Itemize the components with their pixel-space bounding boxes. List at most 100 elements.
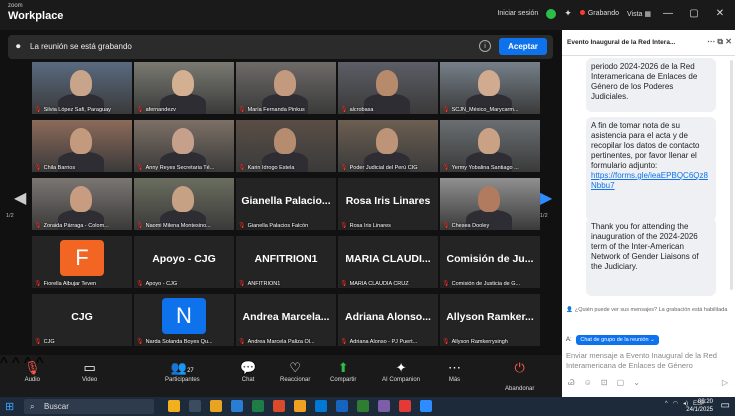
powerpoint-app-icon[interactable] — [273, 400, 285, 412]
chat-scrollbar[interactable] — [730, 60, 733, 290]
participant-tile[interactable]: 🎙 Zoraida Párraga - Colom... — [32, 178, 132, 230]
participant-tile[interactable]: 🎙 María Fernanda Pinkus — [236, 62, 336, 114]
participant-name-label: 🎙 SCJN_México_Marycarm... — [442, 106, 538, 113]
wifi-icon[interactable]: ◠ — [673, 400, 678, 407]
participant-tile[interactable]: 🎙 Chila Barrios — [32, 120, 132, 172]
leave-button[interactable]: ⏻ Abandonar — [505, 359, 534, 395]
accept-button[interactable]: Aceptar — [499, 38, 547, 55]
participants-button[interactable]: 👥27 Participantes — [165, 359, 200, 383]
participant-tile[interactable]: 🎙 Silvia López Safi, Paraguay — [32, 62, 132, 114]
word-app-icon[interactable] — [231, 400, 243, 412]
react-button[interactable]: ♡ Reaccionar — [280, 359, 310, 383]
chat-more-icon[interactable]: ⋯ — [707, 37, 715, 46]
view-menu[interactable]: Vista ▦ — [627, 10, 651, 18]
chrome-app-icon[interactable] — [294, 400, 306, 412]
explorer-app-icon[interactable] — [210, 400, 222, 412]
windows-taskbar: ⊞ ⌕ Buscar ^ ◠ ◂) ESP 09:20 24/1/2025 ▭ — [0, 397, 735, 416]
participant-head — [172, 128, 194, 154]
video-button[interactable]: ▭ Video — [82, 359, 97, 383]
participant-name-label: 🎙 Silvia López Safi, Paraguay — [34, 106, 130, 113]
participant-tile[interactable]: Allyson Ramker... 🎙 Allyson Ramkerrysingh — [440, 294, 540, 346]
taskbar-search[interactable]: ⌕ Buscar — [24, 399, 154, 414]
maps-app-icon[interactable] — [357, 400, 369, 412]
signin-link[interactable]: Iniciar sesión — [497, 10, 538, 17]
participant-tile[interactable]: ANFITRION1 🎙 ANFITRION1 — [236, 236, 336, 288]
recording-indicator[interactable]: Grabando — [579, 10, 619, 17]
info-icon[interactable]: i — [479, 40, 491, 52]
chat-panel: Evento Inaugural de la Red Intera... ⋯ ⧉… — [562, 30, 735, 397]
excel-app-icon[interactable] — [252, 400, 264, 412]
participant-tile[interactable]: Andrea Marcela... 🎙 Andrea Marcela Paliza … — [236, 294, 336, 346]
zoom-app-icon[interactable] — [420, 400, 432, 412]
security-shield-icon[interactable] — [546, 8, 557, 19]
task-view-icon[interactable] — [189, 400, 201, 412]
participant-display-name: Gianella Palacio... — [241, 195, 331, 207]
share-button[interactable]: ⬆ Compartir — [330, 359, 356, 383]
emoji-icon[interactable]: ☺ — [584, 378, 592, 388]
ai-companion-button[interactable]: ✦ AI Companion — [382, 359, 420, 383]
participant-head — [172, 70, 194, 96]
participant-tile[interactable]: Comisión de Ju... 🎙 Comisión de Justicia d… — [440, 236, 540, 288]
tray-chevron-icon[interactable]: ^ — [665, 401, 668, 407]
send-icon[interactable]: ▷ — [722, 378, 728, 388]
chat-button[interactable]: 💬 Chat — [240, 359, 256, 383]
participant-name-text: Chila Barrios — [43, 165, 76, 171]
participant-name-text: Chesea Dooley — [451, 223, 490, 229]
recipient-select[interactable]: Chat de grupo de la reunión ⌄ — [576, 335, 659, 345]
chat-visibility-notice[interactable]: 👤 ¿Quién puede ver sus mensajes? La graba… — [566, 307, 732, 314]
camera-icon: ▭ — [83, 360, 96, 375]
participant-tile[interactable]: Gianella Palacio... 🎙 Gianella Palacios Fa… — [236, 178, 336, 230]
participant-name-label: 🎙 Naomi Milena Montesino... — [136, 222, 232, 229]
form-link[interactable]: https://forms.gle/ieaEPBQC6Qz8Nbbu7 — [591, 171, 711, 191]
chat-input[interactable]: Enviar mensaje a Evento Inaugural de la … — [566, 351, 732, 371]
participant-tile[interactable]: N 🎙 Narda Solanda Boyes Qu... — [134, 294, 234, 346]
file-icon[interactable]: ▢ — [617, 378, 625, 388]
video-options-chevron-icon[interactable]: ^ — [12, 355, 20, 372]
participant-tile[interactable]: 🎙 Chesea Dooley — [440, 178, 540, 230]
acrobat-app-icon[interactable] — [399, 400, 411, 412]
chat-message-text: A fin de tomar nota de su asistencia par… — [591, 121, 700, 170]
screenshot-icon[interactable]: ⊡ — [601, 378, 608, 388]
participant-tile[interactable]: 🎙 Anny Reyes Secretaria Té... — [134, 120, 234, 172]
chat-notice-text: ¿Quién puede ver sus mensajes? La grabac… — [574, 307, 728, 313]
participant-tile[interactable]: 🎙 Karin Idrogo Estela — [236, 120, 336, 172]
participant-tile[interactable]: 🎙 Naomi Milena Montesino... — [134, 178, 234, 230]
participant-tile[interactable]: 🎙 SCJN_México_Marycarm... — [440, 62, 540, 114]
participant-tile[interactable]: Adriana Alonso... 🎙 Adriana Alonso - PJ Pu… — [338, 294, 438, 346]
participant-tile[interactable]: MARIA CLAUDI... 🎙 MARIA CLAUDIA CRUZ — [338, 236, 438, 288]
format-icon[interactable]: Ꮚ — [568, 378, 575, 388]
audio-options-chevron-icon[interactable]: ^ — [0, 355, 8, 372]
prev-page-icon[interactable]: ◀ — [14, 188, 26, 208]
more-button[interactable]: ⋯ Más — [448, 359, 461, 383]
close-chat-icon[interactable]: ✕ — [725, 37, 732, 46]
participant-tile[interactable]: CJG 🎙 CJG — [32, 294, 132, 346]
participant-name-text: Silvia López Safi, Paraguay — [43, 107, 111, 113]
participant-tile[interactable]: 🎙 afernandezv — [134, 62, 234, 114]
heart-icon: ♡ — [289, 360, 301, 375]
notification-icon[interactable]: ▭ — [721, 400, 730, 411]
close-window-button[interactable]: ✕ — [711, 8, 729, 19]
system-clock[interactable]: 09:20 24/1/2025 — [686, 399, 713, 415]
chevron-down-icon[interactable]: ⌄ — [633, 378, 640, 388]
folder-app-icon[interactable] — [168, 400, 180, 412]
participant-name-label: 🎙 María Fernanda Pinkus — [238, 106, 334, 113]
edge-app-icon[interactable] — [315, 400, 327, 412]
participant-tile[interactable]: Apoyo - CJG 🎙 Apoyo - CJG — [134, 236, 234, 288]
participant-tile[interactable]: 🎙 Yermy Yobalina Santiago ... — [440, 120, 540, 172]
audio-button[interactable]: 🎙 Audio — [24, 359, 41, 383]
popout-icon[interactable]: ⧉ — [717, 37, 723, 46]
chat-input-tools: Ꮚ ☺ ⊡ ▢ ⌄ ▷ — [568, 378, 728, 388]
minimize-button[interactable]: — — [659, 8, 677, 19]
chat-icon: 💬 — [240, 360, 257, 375]
participant-tile[interactable]: 🎙 alcrobasa — [338, 62, 438, 114]
participant-tile[interactable]: F 🎙 Fiorella Albujar Teven — [32, 236, 132, 288]
maximize-button[interactable]: ▢ — [685, 8, 703, 19]
windows-start-icon[interactable]: ⊞ — [5, 400, 14, 413]
participant-head — [478, 128, 500, 154]
mic-muted-icon: 🎙 — [238, 107, 246, 113]
participant-tile[interactable]: Rosa Iris Linares 🎙 Rosa Iris Linares — [338, 178, 438, 230]
teams-app-icon[interactable] — [378, 400, 390, 412]
participant-tile[interactable]: 🎙 Poder Judicial del Perú CIG — [338, 120, 438, 172]
outlook-app-icon[interactable] — [336, 400, 348, 412]
sparkle-icon[interactable]: ✦ — [564, 8, 572, 19]
